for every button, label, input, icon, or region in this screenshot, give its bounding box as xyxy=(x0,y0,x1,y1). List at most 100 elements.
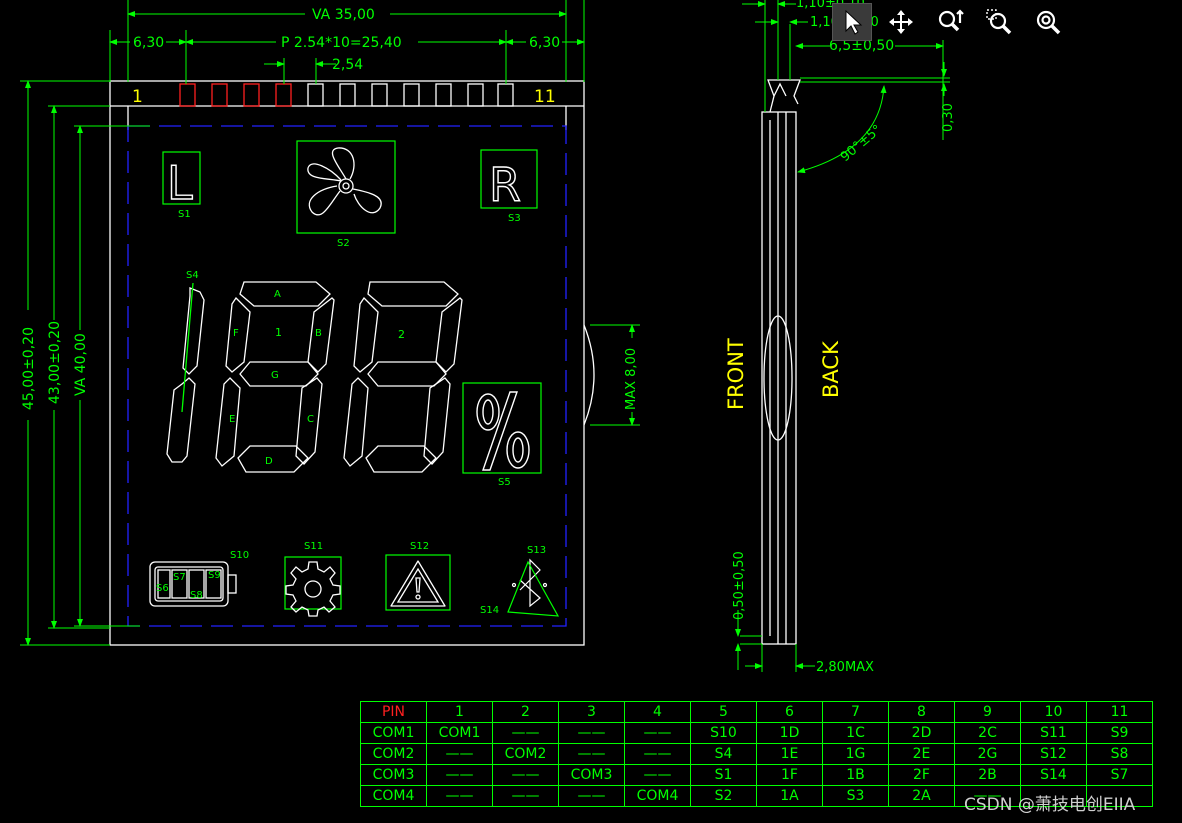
zoom-fit-icon xyxy=(938,9,964,32)
table-cell: COM1 xyxy=(360,722,427,744)
table-cell: S14 xyxy=(1020,764,1087,786)
table-cell: S3 xyxy=(822,785,889,807)
seg-b-label: B xyxy=(315,328,322,339)
table-cell: 2C xyxy=(954,722,1021,744)
table-cell: —— xyxy=(426,785,493,807)
bluetooth-icon xyxy=(507,558,560,617)
table-cell: —— xyxy=(492,722,559,744)
table-cell: COM4 xyxy=(360,785,427,807)
table-cell: —— xyxy=(426,764,493,786)
label-s9: S9 xyxy=(208,570,221,581)
table-cell: —— xyxy=(624,764,691,786)
table-header-row: PIN 1 2 3 4 5 6 7 8 9 10 11 xyxy=(360,701,1153,723)
dim-pin-pitch: P 2.54*10=25,40 xyxy=(281,35,402,51)
label-s14: S14 xyxy=(480,605,499,616)
table-header-cell: 3 xyxy=(558,701,625,723)
zoom-region-button[interactable] xyxy=(979,3,1019,41)
seg-c-label: C xyxy=(307,414,314,425)
zoom-region-icon xyxy=(986,9,1012,35)
table-header-cell: 7 xyxy=(822,701,889,723)
table-cell: —— xyxy=(558,722,625,744)
table-cell: 1G xyxy=(822,743,889,765)
seg-d-label: D xyxy=(265,456,273,467)
table-cell: S11 xyxy=(1020,722,1087,744)
table-cell: 1B xyxy=(822,764,889,786)
lcd-drawing: 1 11 VA 35,00 6,30 P 2.54*10=25,40 6,30 … xyxy=(20,0,956,675)
table-cell: 1F xyxy=(756,764,823,786)
table-cell: S8 xyxy=(1086,743,1153,765)
table-cell: COM2 xyxy=(360,743,427,765)
table-cell: 1A xyxy=(756,785,823,807)
table-cell: 2F xyxy=(888,764,955,786)
table-header-cell: 9 xyxy=(954,701,1021,723)
icon-l-letter: L xyxy=(167,156,193,210)
table-cell: COM1 xyxy=(426,722,493,744)
table-cell: 2B xyxy=(954,764,1021,786)
table-header-cell: 4 xyxy=(624,701,691,723)
table-cell: —— xyxy=(624,722,691,744)
table-cell: 2A xyxy=(888,785,955,807)
table-header-cell: 8 xyxy=(888,701,955,723)
table-cell: 2E xyxy=(888,743,955,765)
dim-right-margin: 6,30 xyxy=(529,35,560,51)
label-s3: S3 xyxy=(508,213,521,224)
dim-left-margin: 6,30 xyxy=(133,35,164,51)
table-header-cell: 6 xyxy=(756,701,823,723)
table-cell: —— xyxy=(558,743,625,765)
zoom-fit-button[interactable] xyxy=(930,3,970,41)
table-header-cell: 10 xyxy=(1020,701,1087,723)
viewer-toolbar xyxy=(832,2,1077,42)
digit-2-label: 2 xyxy=(398,328,405,341)
pin-first-label: 1 xyxy=(132,87,143,107)
watermark: CSDN @萧技电创EIIA xyxy=(964,795,1136,815)
label-s5: S5 xyxy=(498,477,511,488)
label-s4: S4 xyxy=(186,270,199,281)
pin-last-label: 11 xyxy=(534,87,556,107)
table-cell: S10 xyxy=(690,722,757,744)
label-s2: S2 xyxy=(337,238,350,249)
dim-va-width: VA 35,00 xyxy=(312,7,375,23)
table-cell: 1D xyxy=(756,722,823,744)
zoom-in-button[interactable] xyxy=(1028,3,1068,41)
table-cell: —— xyxy=(492,785,559,807)
table-cell: COM4 xyxy=(624,785,691,807)
seg-e-label: E xyxy=(229,414,235,425)
pin-strip xyxy=(179,83,514,107)
table-cell: 1C xyxy=(822,722,889,744)
table-cell: S9 xyxy=(1086,722,1153,744)
label-s6: S6 xyxy=(156,583,169,594)
move-tool-button[interactable] xyxy=(881,3,921,41)
seg-g-label: G xyxy=(271,370,279,381)
label-s7: S7 xyxy=(173,572,186,583)
select-arrow-icon xyxy=(845,9,863,35)
seg-a-label: A xyxy=(274,289,281,300)
table-cell: COM3 xyxy=(360,764,427,786)
back-label: BACK xyxy=(819,340,843,398)
label-s8: S8 xyxy=(190,590,203,601)
label-s10: S10 xyxy=(230,550,249,561)
move-icon xyxy=(889,10,913,34)
table-header-cell: 2 xyxy=(492,701,559,723)
icon-percent-frame xyxy=(462,382,542,474)
label-s11: S11 xyxy=(304,541,323,552)
front-label: FRONT xyxy=(724,338,748,410)
table-header-cell: 5 xyxy=(690,701,757,723)
warning-icon xyxy=(390,560,446,607)
table-cell: S1 xyxy=(690,764,757,786)
gear-icon xyxy=(285,561,341,617)
segment-s4 xyxy=(166,282,205,463)
table-cell: S12 xyxy=(1020,743,1087,765)
icon-r-letter: R xyxy=(489,158,521,212)
label-s1: S1 xyxy=(178,209,191,220)
select-tool-button[interactable] xyxy=(832,3,872,41)
dim-glass-height: 43,00±0,20 xyxy=(47,321,63,404)
digit-2-segments xyxy=(343,281,463,473)
table-cell: S4 xyxy=(690,743,757,765)
side-dim-bend-angle: 90°±5° xyxy=(838,122,885,165)
table-row: COM3 —— —— COM3 —— S1 1F 1B 2F 2B S14 S7 xyxy=(360,764,1153,786)
seg-f-label: F xyxy=(233,328,239,339)
table-header-cell: PIN xyxy=(360,701,427,723)
side-dim-pin-thickness: 0,30 xyxy=(941,103,956,132)
table-cell: S2 xyxy=(690,785,757,807)
side-dim-max-thickness: 2,80MAX xyxy=(816,660,874,675)
